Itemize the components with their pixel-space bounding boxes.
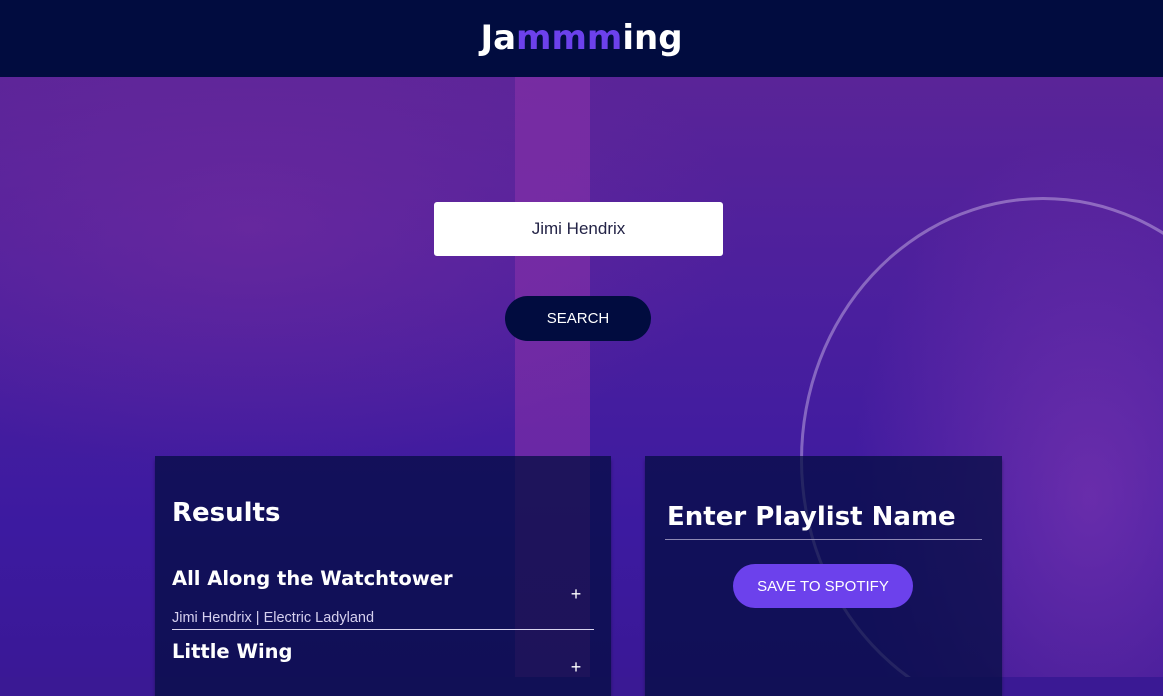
- results-panel: Results All Along the Watchtower + Jimi …: [155, 456, 611, 696]
- search-button[interactable]: SEARCH: [505, 296, 651, 341]
- results-title: Results: [172, 498, 281, 528]
- track-info: Jimi Hendrix | Electric Ladyland: [172, 610, 375, 626]
- track-name: All Along the Watchtower: [172, 567, 453, 590]
- track-name: Little Wing: [172, 640, 293, 663]
- search-input[interactable]: Jimi Hendrix: [434, 202, 723, 256]
- add-track-button[interactable]: +: [568, 657, 584, 678]
- playlist-name-input[interactable]: Enter Playlist Name: [665, 498, 982, 540]
- playlist-panel: Enter Playlist Name SAVE TO SPOTIFY: [645, 456, 1002, 696]
- save-to-spotify-button[interactable]: SAVE TO SPOTIFY: [733, 564, 913, 608]
- logo-prefix: Ja: [480, 17, 517, 58]
- app-logo: Jammming: [480, 18, 682, 58]
- app-header: Jammming: [0, 0, 1163, 77]
- logo-highlight: mmm: [516, 17, 623, 58]
- track-divider: [172, 629, 594, 630]
- add-track-button[interactable]: +: [568, 584, 584, 605]
- logo-suffix: ing: [622, 17, 683, 58]
